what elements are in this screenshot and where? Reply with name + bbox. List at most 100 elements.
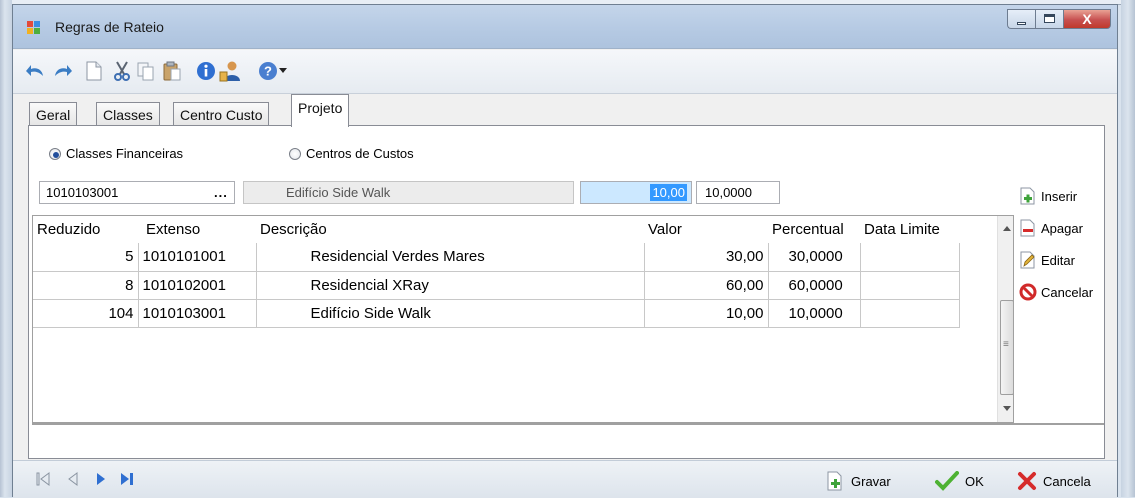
dropdown-icon[interactable] (277, 60, 289, 82)
radio-centros-label: Centros de Custos (306, 146, 414, 161)
cell-descricao: Residencial Verdes Mares (256, 243, 645, 272)
cancela-button[interactable]: Cancela (1017, 471, 1091, 491)
toolbar: ? (13, 50, 1117, 94)
code-value: 1010103001 (46, 185, 119, 200)
paste-icon[interactable] (161, 60, 183, 82)
radio-unselected-icon (289, 147, 301, 160)
tab-centro-custo-label: Centro Custo (180, 107, 263, 123)
cancelar-label: Cancelar (1041, 284, 1094, 300)
cell-extenso: 1010101001 (138, 243, 257, 272)
col-extenso[interactable]: Extenso (138, 216, 256, 243)
gravar-label: Gravar (851, 473, 891, 489)
rateio-grid[interactable]: Reduzido Extenso Descrição Valor Percent… (32, 215, 1014, 423)
lookup-button[interactable]: ... (214, 182, 228, 203)
percentual-input[interactable]: 10,0000 (696, 181, 780, 204)
gravar-button[interactable]: Gravar (825, 471, 891, 491)
tab-projeto-label: Projeto (298, 100, 343, 116)
close-button[interactable]: X (1063, 9, 1111, 29)
cancel-x-icon (1017, 471, 1037, 491)
background-window-frame-left (0, 0, 12, 497)
radio-centros-de-custos[interactable]: Centros de Custos (289, 146, 414, 161)
cell-percentual: 10,0000 (768, 299, 861, 328)
info-icon[interactable] (195, 60, 217, 82)
save-icon (825, 471, 845, 491)
grid-table: Reduzido Extenso Descrição Valor Percent… (33, 216, 960, 328)
delete-icon (1019, 219, 1037, 237)
valor-value: 10,00 (650, 184, 687, 201)
background-window-frame-right (1121, 0, 1135, 497)
first-record-icon[interactable] (35, 471, 53, 489)
grip-icon: ≡ (1003, 339, 1009, 350)
grid-vertical-scrollbar[interactable]: ≡ (997, 216, 1013, 422)
percentual-value: 10,0000 (705, 185, 752, 200)
inserir-label: Inserir (1041, 188, 1078, 204)
cell-valor: 10,00 (644, 299, 769, 328)
code-input[interactable]: 1010103001 ... (39, 181, 235, 204)
redo-icon[interactable] (51, 60, 73, 82)
next-record-icon[interactable] (93, 471, 111, 489)
col-valor[interactable]: Valor (644, 216, 768, 243)
cancela-label: Cancela (1043, 473, 1091, 489)
app-icon (27, 21, 40, 34)
description-value: Edifício Side Walk (286, 185, 391, 200)
cell-valor: 30,00 (644, 243, 769, 272)
col-data-limite[interactable]: Data Limite (860, 216, 959, 243)
cell-percentual: 60,0000 (768, 271, 861, 300)
cell-data-limite (860, 243, 960, 272)
col-percentual[interactable]: Percentual (768, 216, 860, 243)
last-record-icon[interactable] (119, 471, 137, 489)
apagar-button[interactable]: Apagar (1019, 219, 1083, 237)
scroll-up-icon (1003, 226, 1011, 231)
ok-label: OK (965, 473, 984, 489)
maximize-icon (1044, 14, 1055, 23)
table-row[interactable]: 104 1010103001 Edifício Side Walk 10,00 … (33, 299, 960, 328)
cell-reduzido: 8 (33, 271, 139, 300)
user-icon[interactable] (219, 60, 241, 82)
cell-data-limite (860, 299, 960, 328)
tab-classes[interactable]: Classes (96, 102, 160, 127)
cell-extenso: 1010102001 (138, 271, 257, 300)
radio-classes-financeiras[interactable]: Classes Financeiras (49, 146, 183, 161)
tab-projeto[interactable]: Projeto (291, 94, 350, 127)
col-descricao[interactable]: Descrição (256, 216, 644, 243)
scroll-thumb[interactable]: ≡ (1000, 300, 1013, 395)
grid-header: Reduzido Extenso Descrição Valor Percent… (33, 216, 959, 243)
editar-button[interactable]: Editar (1019, 251, 1075, 269)
editar-label: Editar (1041, 252, 1075, 268)
valor-input[interactable]: 10,00 (580, 181, 692, 204)
col-reduzido[interactable]: Reduzido (33, 216, 138, 243)
cell-descricao: Edifício Side Walk (256, 299, 645, 328)
cancelar-button[interactable]: Cancelar (1019, 283, 1093, 301)
insert-icon (1019, 187, 1037, 205)
cell-data-limite (860, 271, 960, 300)
maximize-button[interactable] (1035, 9, 1063, 29)
cell-extenso: 1010103001 (138, 299, 257, 328)
minimize-icon (1017, 22, 1026, 25)
title-bar[interactable]: Regras de Rateio X (13, 5, 1117, 49)
undo-icon[interactable] (25, 60, 47, 82)
grid-footer (32, 423, 1104, 458)
bottom-bar: Gravar OK Cancela (13, 460, 1117, 498)
cell-reduzido: 5 (33, 243, 139, 272)
edit-icon (1019, 251, 1037, 269)
svg-text:?: ? (264, 64, 272, 79)
tab-centro-custo[interactable]: Centro Custo (173, 102, 270, 127)
help-icon[interactable]: ? (257, 60, 279, 82)
previous-record-icon[interactable] (65, 471, 83, 489)
cut-icon[interactable] (111, 60, 133, 82)
tab-classes-label: Classes (103, 107, 153, 123)
cell-valor: 60,00 (644, 271, 769, 300)
ok-button[interactable]: OK (935, 471, 984, 491)
tab-geral[interactable]: Geral (29, 102, 78, 127)
minimize-button[interactable] (1007, 9, 1035, 29)
radio-selected-icon (49, 147, 61, 160)
table-row[interactable]: 8 1010102001 Residencial XRay 60,00 60,0… (33, 271, 960, 300)
inserir-button[interactable]: Inserir (1019, 187, 1077, 205)
radio-classes-label: Classes Financeiras (66, 146, 184, 161)
close-icon: X (1082, 11, 1092, 27)
apagar-label: Apagar (1041, 220, 1083, 236)
cell-percentual: 30,0000 (768, 243, 861, 272)
new-document-icon[interactable] (83, 60, 105, 82)
copy-icon[interactable] (135, 60, 157, 82)
table-row[interactable]: 5 1010101001 Residencial Verdes Mares 30… (33, 243, 960, 272)
